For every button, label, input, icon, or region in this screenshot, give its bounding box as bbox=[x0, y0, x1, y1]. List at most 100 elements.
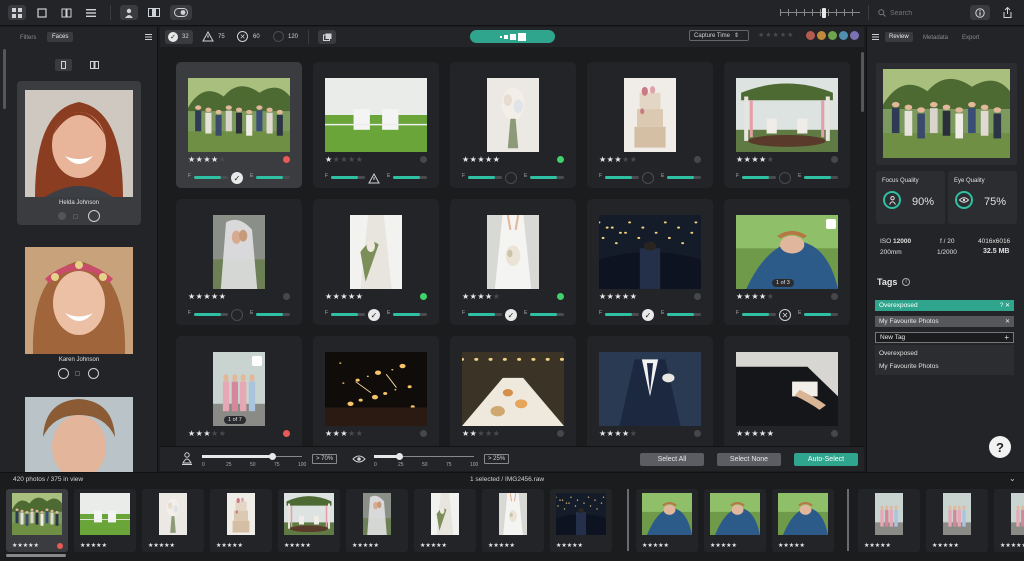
compare-view-icon[interactable] bbox=[57, 5, 75, 20]
filmstrip-thumbnail[interactable] bbox=[778, 493, 828, 535]
tab-export[interactable]: Export bbox=[962, 35, 979, 41]
filmstrip-item[interactable]: ★★★★★ bbox=[858, 489, 920, 552]
star-rating[interactable]: ★★★★★ bbox=[864, 542, 891, 549]
chevron-down-icon[interactable]: ⌄ bbox=[1009, 474, 1016, 483]
photo-card[interactable]: ★★★★★ F ✕ E 1 of 3 bbox=[724, 199, 850, 325]
help-button[interactable]: ? bbox=[989, 436, 1011, 458]
filmstrip-thumbnail[interactable] bbox=[556, 493, 606, 535]
photo-thumbnail[interactable] bbox=[736, 78, 838, 152]
select-none-button[interactable]: Select None bbox=[717, 453, 781, 466]
filmstrip-item[interactable]: ★★★★★ bbox=[772, 489, 834, 552]
photo-card[interactable]: ★★★★★ F E bbox=[313, 336, 439, 462]
photo-thumbnail[interactable] bbox=[599, 78, 701, 152]
color-label-dot[interactable] bbox=[831, 156, 838, 163]
star-rating[interactable]: ★★★★★ bbox=[148, 542, 175, 549]
face-eye-icon[interactable] bbox=[88, 210, 100, 222]
panel-toggle-icon[interactable] bbox=[145, 5, 163, 20]
filmstrip-thumbnail[interactable] bbox=[284, 493, 334, 535]
star-rating[interactable]: ★★★★★ bbox=[325, 292, 363, 301]
photo-thumbnail[interactable] bbox=[599, 352, 701, 426]
accepted-check-icon[interactable]: ✓ bbox=[505, 309, 517, 321]
select-all-button[interactable]: Select All bbox=[640, 453, 704, 466]
star-rating[interactable]: ★★★★★ bbox=[556, 542, 583, 549]
color-label-dot[interactable] bbox=[694, 156, 701, 163]
stack-icon[interactable] bbox=[318, 30, 336, 44]
rejected-x-icon[interactable]: ✕ bbox=[237, 31, 248, 42]
filmstrip-item[interactable]: ★★★★★ bbox=[74, 489, 136, 552]
star-rating[interactable]: ★★★★★ bbox=[1000, 542, 1024, 549]
grid-view-icon[interactable] bbox=[8, 5, 26, 20]
single-view-icon[interactable] bbox=[33, 5, 51, 20]
star-rating[interactable]: ★★★★★ bbox=[599, 292, 637, 301]
unrated-icon[interactable] bbox=[231, 309, 243, 321]
color-label-dot[interactable] bbox=[283, 293, 290, 300]
star-rating[interactable]: ★★★★★ bbox=[778, 542, 805, 549]
star-rating[interactable]: ★★★★★ bbox=[420, 542, 447, 549]
color-label-dot[interactable] bbox=[557, 293, 564, 300]
filmstrip-thumbnail[interactable] bbox=[642, 493, 692, 535]
color-label-dot[interactable] bbox=[557, 156, 564, 163]
warning-icon[interactable] bbox=[202, 30, 214, 44]
filmstrip-item[interactable]: ★★★★★ bbox=[278, 489, 340, 552]
photo-card[interactable]: ★★★★★ F E bbox=[724, 62, 850, 188]
accepted-check-icon[interactable]: ✓ bbox=[368, 309, 380, 321]
tag-suggestion[interactable]: Overexposed bbox=[879, 350, 918, 357]
star-rating[interactable]: ★★★★★ bbox=[12, 542, 39, 549]
star-rating[interactable]: ★★★★★ bbox=[188, 292, 226, 301]
filmstrip-item[interactable]: ★★★★★ bbox=[142, 489, 204, 552]
color-label-swatch[interactable] bbox=[850, 31, 859, 40]
photo-card[interactable]: ★★★★★ F E bbox=[450, 336, 576, 462]
star-rating[interactable]: ★★★★★ bbox=[325, 429, 363, 438]
unrated-icon[interactable] bbox=[505, 172, 517, 184]
double-face-view-icon[interactable] bbox=[86, 59, 103, 71]
photo-thumbnail[interactable] bbox=[188, 352, 290, 426]
filmstrip-thumbnail[interactable] bbox=[932, 493, 982, 535]
face-reject-icon[interactable] bbox=[58, 212, 66, 220]
rejected-x-icon[interactable]: ✕ bbox=[779, 309, 791, 321]
color-label-dot[interactable] bbox=[831, 430, 838, 437]
focus-slider[interactable]: 0 25 50 75 100 bbox=[202, 453, 306, 469]
color-label-filter[interactable] bbox=[806, 31, 859, 40]
filmstrip-item[interactable]: ★★★★★ bbox=[550, 489, 612, 552]
face-neutral-icon[interactable] bbox=[75, 371, 80, 376]
left-scrollbar[interactable] bbox=[3, 49, 6, 109]
color-label-dot[interactable] bbox=[694, 430, 701, 437]
filmstrip-item[interactable]: ★★★★★ bbox=[704, 489, 766, 552]
filmstrip-item[interactable]: ★★★★★ bbox=[482, 489, 544, 552]
star-rating[interactable]: ★★★★★ bbox=[462, 292, 500, 301]
star-rating[interactable]: ★★★★★ bbox=[736, 292, 774, 301]
grid-scrollbar[interactable] bbox=[861, 52, 864, 112]
eye-slider[interactable]: 0 25 50 75 100 bbox=[374, 453, 478, 469]
color-label-dot[interactable] bbox=[694, 293, 701, 300]
filmstrip-thumbnail[interactable] bbox=[80, 493, 130, 535]
photo-thumbnail[interactable] bbox=[462, 352, 564, 426]
sort-dropdown[interactable]: Capture Time ⇕ bbox=[689, 30, 749, 41]
photo-thumbnail[interactable] bbox=[599, 215, 701, 289]
photo-card[interactable]: ★★★★★ F ✓ E bbox=[587, 199, 713, 325]
tab-review[interactable]: Review bbox=[885, 32, 913, 42]
star-rating[interactable]: ★★★★★ bbox=[325, 155, 363, 164]
photo-card[interactable]: ★★★★★ F E bbox=[313, 62, 439, 188]
star-rating[interactable]: ★★★★★ bbox=[352, 542, 379, 549]
star-rating[interactable]: ★★★★★ bbox=[736, 429, 774, 438]
filmstrip-thumbnail[interactable] bbox=[1000, 493, 1024, 535]
star-rating[interactable]: ★★★★★ bbox=[284, 542, 311, 549]
star-rating[interactable]: ★★★★★ bbox=[188, 429, 226, 438]
color-label-swatch[interactable] bbox=[806, 31, 815, 40]
color-label-dot[interactable] bbox=[283, 156, 290, 163]
star-rating[interactable]: ★★★★★ bbox=[80, 542, 107, 549]
stack-icon[interactable] bbox=[826, 219, 836, 229]
photo-thumbnail[interactable] bbox=[736, 352, 838, 426]
zoom-slider[interactable] bbox=[780, 8, 860, 18]
star-rating[interactable]: ★★★★★ bbox=[599, 429, 637, 438]
accepted-check-icon[interactable]: ✓ bbox=[642, 309, 654, 321]
filmstrip-thumbnail[interactable] bbox=[420, 493, 470, 535]
unrated-icon[interactable] bbox=[779, 172, 791, 184]
color-label-dot[interactable] bbox=[420, 430, 427, 437]
stack-icon[interactable] bbox=[252, 356, 262, 366]
star-rating[interactable]: ★★★★★ bbox=[642, 542, 669, 549]
color-label-dot[interactable] bbox=[283, 430, 290, 437]
photo-card[interactable]: ★★★★★ F E 1 of 7 bbox=[176, 336, 302, 462]
photo-thumbnail[interactable] bbox=[462, 78, 564, 152]
filmstrip-item[interactable]: ★★★★★ bbox=[210, 489, 272, 552]
